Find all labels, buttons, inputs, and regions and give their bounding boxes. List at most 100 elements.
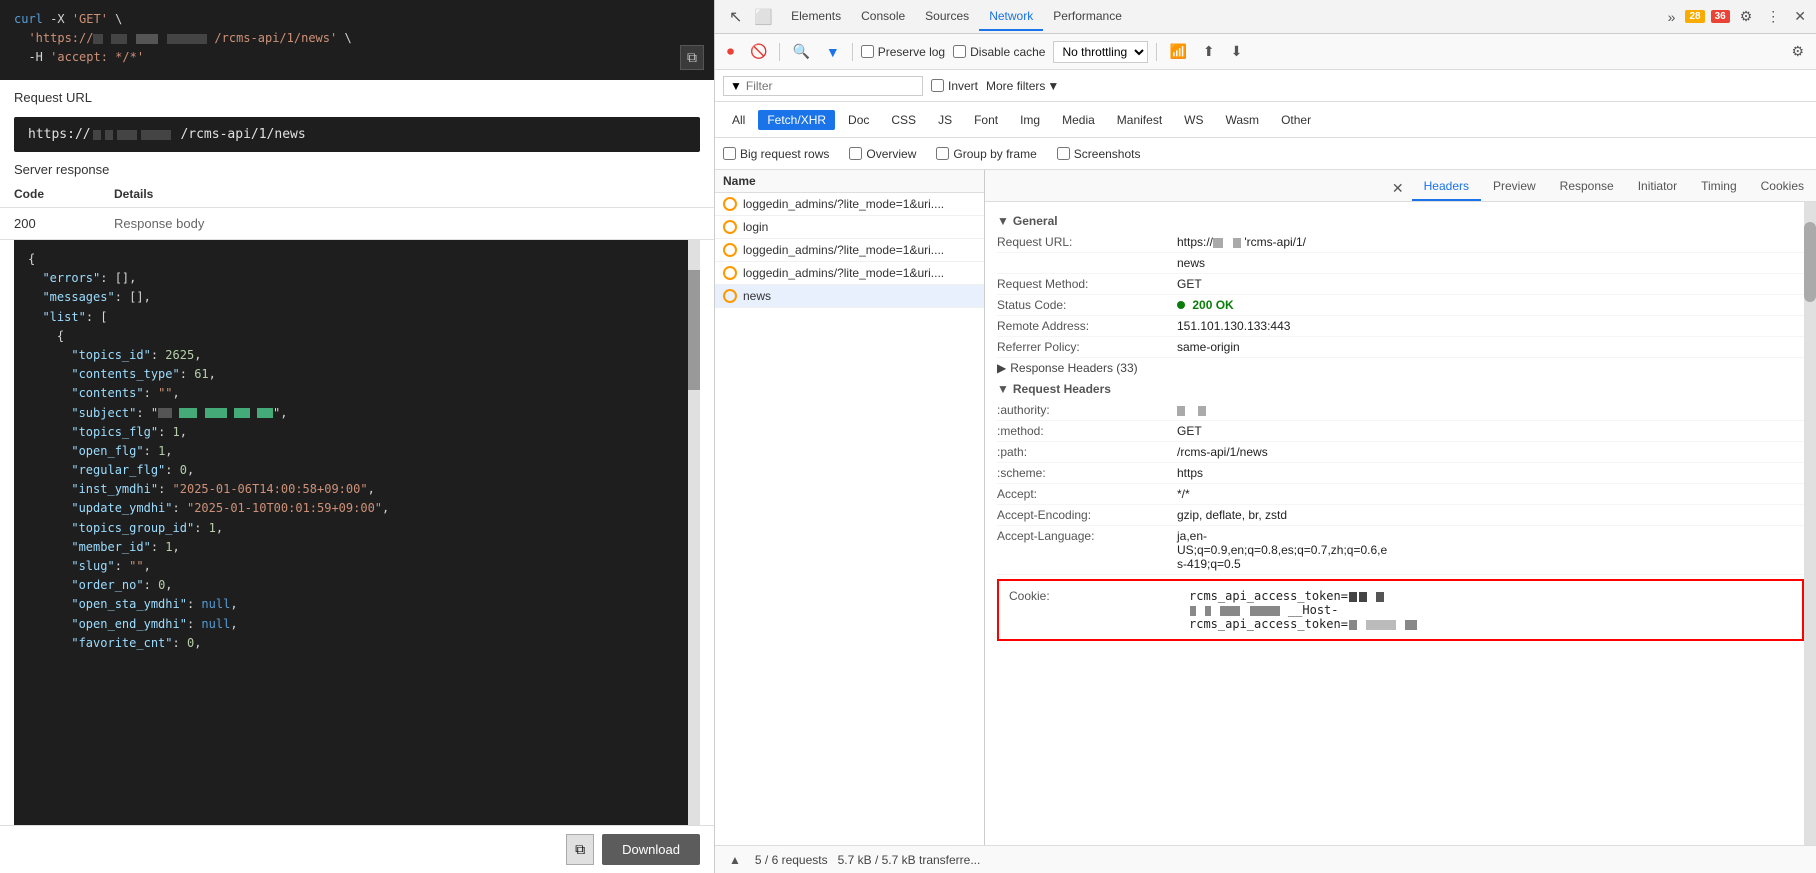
request-url-key: Request URL:: [997, 235, 1177, 249]
throttle-select[interactable]: No throttling: [1053, 41, 1148, 63]
fetch-icon-0: [723, 197, 737, 211]
detail-tab-response[interactable]: Response: [1548, 173, 1626, 201]
detail-close-button[interactable]: ✕: [1384, 176, 1412, 201]
devtools-close-button[interactable]: ✕: [1790, 6, 1810, 27]
filter-row: ▼ Invert More filters ▼: [715, 70, 1816, 102]
invert-label[interactable]: Invert: [931, 79, 978, 93]
tab-network[interactable]: Network: [979, 3, 1043, 31]
filter-button[interactable]: ▼: [822, 42, 844, 62]
search-button[interactable]: 🔍: [788, 41, 813, 62]
detail-tab-initiator[interactable]: Initiator: [1626, 173, 1689, 201]
tab-performance[interactable]: Performance: [1043, 3, 1132, 31]
devtools-more-button[interactable]: ⋮: [1762, 6, 1784, 27]
type-btn-fetchxhr[interactable]: Fetch/XHR: [758, 110, 835, 130]
type-btn-other[interactable]: Other: [1272, 110, 1320, 130]
group-by-frame-label[interactable]: Group by frame: [936, 147, 1036, 161]
devtools-panel: ↖ ⬜ Elements Console Sources Network Per…: [715, 0, 1816, 873]
code-header: Code: [14, 187, 114, 201]
preserve-log-checkbox[interactable]: [861, 45, 874, 58]
devtools-settings-button[interactable]: ⚙: [1736, 6, 1757, 27]
network-item-name-2: loggedin_admins/?lite_mode=1&uri....: [743, 243, 976, 257]
screenshots-checkbox[interactable]: [1057, 147, 1070, 160]
type-btn-media[interactable]: Media: [1053, 110, 1104, 130]
request-headers-section[interactable]: ▼ Request Headers: [997, 378, 1804, 400]
general-section-title[interactable]: ▼ General: [997, 210, 1804, 232]
json-content: { "errors": [], "messages": [], "list": …: [28, 250, 686, 653]
clear-button[interactable]: 🚫: [746, 41, 771, 62]
more-tabs-button[interactable]: »: [1664, 7, 1680, 27]
response-headers-title: Response Headers (33): [1010, 361, 1137, 375]
remote-address-row: Remote Address: 151.101.130.133:443: [997, 316, 1804, 337]
path-val: /rcms-api/1/news: [1177, 445, 1268, 459]
disable-cache-checkbox[interactable]: [953, 45, 966, 58]
type-btn-all[interactable]: All: [723, 110, 754, 130]
cursor-icon[interactable]: ↖: [725, 5, 746, 29]
device-toolbar-icon[interactable]: ⬜: [750, 6, 777, 28]
overview-checkbox[interactable]: [849, 147, 862, 160]
overview-label[interactable]: Overview: [849, 147, 916, 161]
filter-input[interactable]: [746, 79, 896, 93]
scheme-row: :scheme: https: [997, 463, 1804, 484]
transferred-size: 5.7 kB / 5.7 kB transferre...: [838, 853, 981, 867]
big-request-rows-label[interactable]: Big request rows: [723, 147, 829, 161]
type-btn-wasm[interactable]: Wasm: [1217, 110, 1269, 130]
network-item-0[interactable]: loggedin_admins/?lite_mode=1&uri....: [715, 193, 984, 216]
detail-panel: ✕ Headers Preview Response Initiator Tim…: [985, 170, 1816, 845]
network-list: Name loggedin_admins/?lite_mode=1&uri...…: [715, 170, 985, 845]
copy-curl-button[interactable]: ⧉: [680, 45, 704, 70]
wifi-button[interactable]: 📶: [1165, 41, 1190, 62]
big-request-rows-checkbox[interactable]: [723, 147, 736, 160]
network-item-3[interactable]: loggedin_admins/?lite_mode=1&uri....: [715, 262, 984, 285]
network-item-2[interactable]: loggedin_admins/?lite_mode=1&uri....: [715, 239, 984, 262]
detail-content[interactable]: ▼ General Request URL: https:// 'rcms-ap…: [985, 202, 1816, 845]
accept-language-val: ja,en-US;q=0.9,en;q=0.8,es;q=0.7,zh;q=0.…: [1177, 529, 1387, 571]
preserve-log-label[interactable]: Preserve log: [861, 45, 945, 59]
network-item-1[interactable]: login: [715, 216, 984, 239]
type-btn-img[interactable]: Img: [1011, 110, 1049, 130]
type-btn-ws[interactable]: WS: [1175, 110, 1212, 130]
json-viewer[interactable]: { "errors": [], "messages": [], "list": …: [14, 240, 700, 825]
network-item-news[interactable]: news: [715, 285, 984, 308]
detail-tab-preview[interactable]: Preview: [1481, 173, 1548, 201]
response-headers-section[interactable]: ▶ Response Headers (33): [997, 358, 1804, 378]
network-list-items[interactable]: loggedin_admins/?lite_mode=1&uri.... log…: [715, 193, 984, 845]
type-btn-css[interactable]: CSS: [882, 110, 925, 130]
settings-icon-button[interactable]: ⚙: [1787, 41, 1808, 62]
type-btn-js[interactable]: JS: [929, 110, 961, 130]
screenshots-label[interactable]: Screenshots: [1057, 147, 1141, 161]
record-button[interactable]: ⏺: [723, 41, 738, 62]
upload-button[interactable]: ⬆: [1199, 41, 1219, 62]
scroll-up-button[interactable]: ▲: [725, 851, 745, 869]
group-by-frame-checkbox[interactable]: [936, 147, 949, 160]
request-url-row2: news: [997, 253, 1804, 274]
detail-tab-cookies[interactable]: Cookies: [1749, 173, 1816, 201]
request-url-val2: news: [1177, 256, 1205, 270]
detail-scroll-thumb[interactable]: [1804, 222, 1816, 302]
disable-cache-label[interactable]: Disable cache: [953, 45, 1045, 59]
request-method-key: Request Method:: [997, 277, 1177, 291]
toolbar-separator-1: [779, 43, 780, 61]
invert-checkbox[interactable]: [931, 79, 944, 92]
big-request-rows-text: Big request rows: [740, 147, 829, 161]
detail-tab-headers[interactable]: Headers: [1412, 173, 1481, 201]
json-scrollbar[interactable]: [688, 240, 700, 825]
download-button[interactable]: Download: [602, 834, 700, 865]
detail-scrollbar[interactable]: [1804, 202, 1816, 845]
status-code-val: 200 OK: [1177, 298, 1234, 312]
download-icon-button[interactable]: ⬇: [1227, 41, 1247, 62]
more-filters-button[interactable]: More filters ▼: [986, 79, 1059, 93]
copy-response-button[interactable]: ⧉: [566, 834, 594, 865]
type-btn-font[interactable]: Font: [965, 110, 1007, 130]
status-dot: [1177, 301, 1185, 309]
tab-console[interactable]: Console: [851, 3, 915, 31]
response-headers-chevron: ▶: [997, 361, 1006, 375]
type-btn-doc[interactable]: Doc: [839, 110, 878, 130]
network-item-name-news: news: [743, 289, 976, 303]
cookie-key: Cookie:: [1009, 589, 1189, 631]
left-panel: curl -X 'GET' \ 'https:// /rcms-api/1/ne…: [0, 0, 715, 873]
options-row: Big request rows Overview Group by frame…: [715, 138, 1816, 170]
type-btn-manifest[interactable]: Manifest: [1108, 110, 1171, 130]
detail-tab-timing[interactable]: Timing: [1689, 173, 1749, 201]
tab-elements[interactable]: Elements: [781, 3, 851, 31]
tab-sources[interactable]: Sources: [915, 3, 979, 31]
